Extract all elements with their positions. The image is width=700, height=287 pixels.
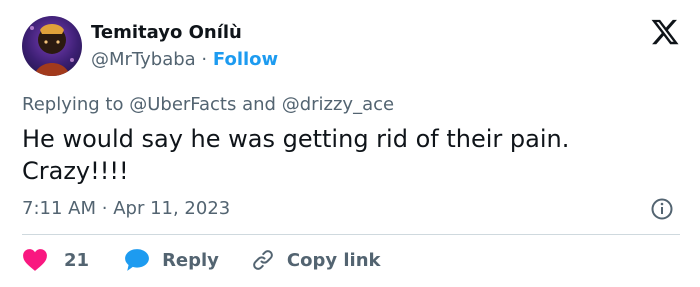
replying-conjunction: and xyxy=(242,94,276,115)
heart-icon xyxy=(23,249,47,271)
tweet-text: He would say he was getting rid of their… xyxy=(22,125,570,185)
x-logo-icon[interactable] xyxy=(650,17,680,47)
divider xyxy=(22,234,680,235)
copy-link-button[interactable]: Copy link xyxy=(251,248,381,272)
speech-bubble-icon xyxy=(125,249,149,271)
author-handle-row: @MrTybaba · Follow xyxy=(91,49,278,70)
reply-label: Reply xyxy=(162,249,219,271)
replying-to-line: Replying to @UberFacts and @drizzy_ace xyxy=(22,94,394,115)
reply-button[interactable]: Reply xyxy=(124,248,251,272)
handle-separator: · xyxy=(201,49,208,70)
tweet-time: 7:11 AM xyxy=(22,198,96,219)
like-count: 21 xyxy=(64,249,90,271)
avatar[interactable] xyxy=(22,16,82,76)
link-icon xyxy=(253,250,273,270)
mention-drizzy-ace[interactable]: @drizzy_ace xyxy=(282,94,394,115)
follow-button[interactable]: Follow xyxy=(213,49,278,70)
author-handle[interactable]: @MrTybaba xyxy=(91,49,196,70)
action-bar: 21 Reply Copy link xyxy=(22,247,381,273)
mention-uberfacts[interactable]: @UberFacts xyxy=(129,94,236,115)
avatar-image xyxy=(30,24,74,76)
tweet-date: Apr 11, 2023 xyxy=(113,198,231,219)
timestamp[interactable]: 7:11 AM · Apr 11, 2023 xyxy=(22,198,230,219)
info-icon[interactable] xyxy=(650,197,674,221)
copy-link-label: Copy link xyxy=(286,249,381,271)
time-separator: · xyxy=(101,198,108,219)
author-name[interactable]: Temitayo Onílù xyxy=(91,22,242,43)
replying-prefix: Replying to xyxy=(22,94,124,115)
like-button[interactable]: 21 xyxy=(22,248,124,272)
